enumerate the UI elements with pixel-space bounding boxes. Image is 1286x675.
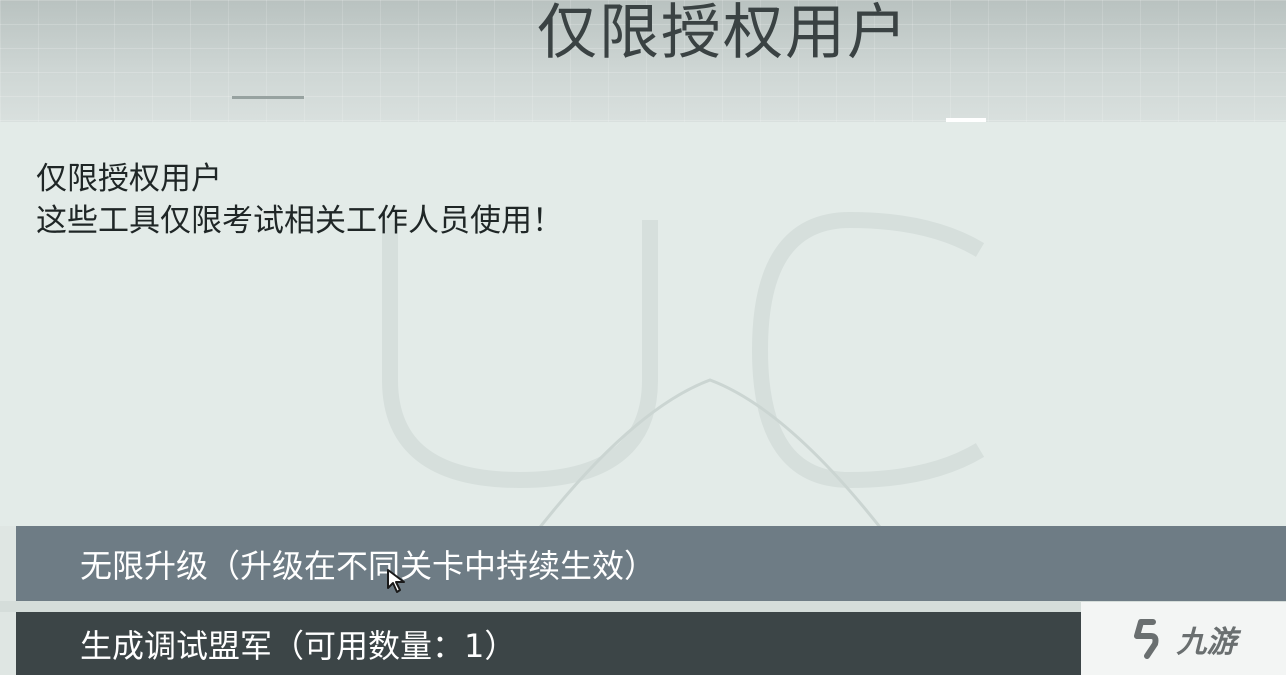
jiuyou-watermark-logo: 九游 — [1081, 602, 1286, 675]
jiuyou-logo-text: 九游 — [1176, 624, 1237, 660]
notice-title: 仅限授权用户 — [36, 161, 222, 197]
mouse-cursor-icon — [387, 569, 405, 593]
unlimited-upgrades-label: 无限升级（升级在不同关卡中持续生效） — [80, 546, 657, 585]
jiuyou-logo-icon — [1133, 618, 1158, 659]
notice-text: 仅限授权用户 这些工具仅限考试相关工作人员使用！ — [36, 158, 563, 242]
notice-message: 这些工具仅限考试相关工作人员使用！ — [36, 203, 563, 239]
header-decor-line — [232, 96, 304, 99]
page-title: 仅限授权用户 — [537, 0, 909, 68]
unlimited-upgrades-button[interactable]: 无限升级（升级在不同关卡中持续生效） — [16, 526, 1286, 601]
spawn-debug-ally-label: 生成调试盟军（可用数量：1） — [80, 626, 517, 665]
